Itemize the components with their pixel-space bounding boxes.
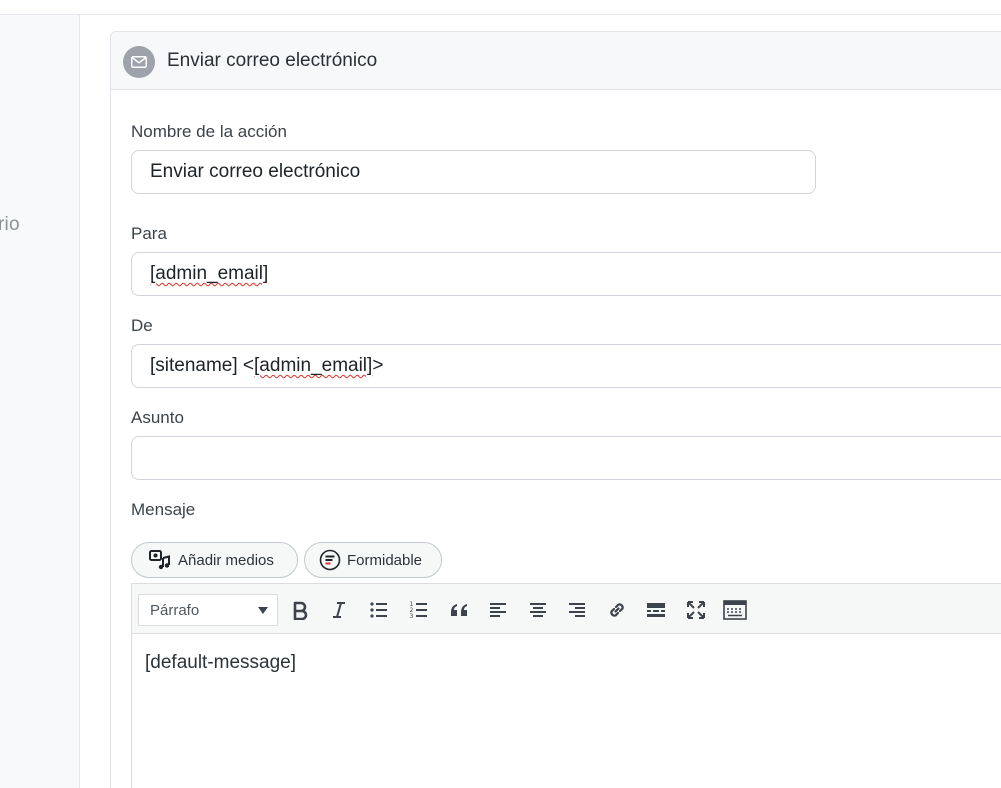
format-select[interactable]: Párrafo xyxy=(138,594,278,626)
add-media-icon xyxy=(149,550,170,570)
numbered-list-icon: 123 xyxy=(410,601,427,620)
message-editor: Párrafo 123 [default-message] xyxy=(131,583,1001,788)
align-center-button[interactable] xyxy=(522,594,554,626)
blockquote-button[interactable] xyxy=(443,594,475,626)
sidebar-item-label[interactable]: rio xyxy=(0,214,20,236)
editor-toolbar: Párrafo 123 xyxy=(132,584,1001,634)
sidebar: rio xyxy=(0,15,80,788)
subject-label: Asunto xyxy=(131,408,184,427)
action-title: Enviar correo electrónico xyxy=(167,50,378,71)
add-media-label: Añadir medios xyxy=(178,551,274,569)
toolbar-toggle-icon xyxy=(723,600,747,620)
to-value: [admin_email] xyxy=(150,263,269,284)
read-more-icon xyxy=(647,603,665,617)
action-name-label: Nombre de la acción xyxy=(131,122,287,141)
to-input[interactable]: [admin_email] xyxy=(131,252,1001,296)
svg-text:3: 3 xyxy=(410,613,414,620)
bullet-list-button[interactable] xyxy=(363,594,395,626)
bullet-list-icon xyxy=(370,602,387,618)
link-icon xyxy=(610,603,624,617)
align-right-icon xyxy=(569,603,585,617)
envelope-icon xyxy=(123,46,155,78)
format-select-value: Párrafo xyxy=(150,601,200,619)
top-bar xyxy=(0,0,1001,15)
from-input[interactable]: [sitename] < [admin_email] > xyxy=(131,344,1001,388)
bold-icon xyxy=(293,601,308,620)
action-name-value: Enviar correo electrónico xyxy=(150,161,361,182)
blockquote-icon xyxy=(451,604,467,616)
italic-button[interactable] xyxy=(323,594,355,626)
editor-content[interactable]: [default-message] xyxy=(145,652,296,674)
chevron-down-icon xyxy=(258,607,268,614)
read-more-button[interactable] xyxy=(640,594,672,626)
bold-button[interactable] xyxy=(284,594,316,626)
link-button[interactable] xyxy=(601,594,633,626)
formidable-icon xyxy=(319,549,341,571)
align-left-button[interactable] xyxy=(482,594,514,626)
numbered-list-button[interactable]: 123 xyxy=(403,594,435,626)
from-value-email: [admin_email] xyxy=(254,355,373,376)
from-label: De xyxy=(131,316,153,335)
to-label: Para xyxy=(131,224,167,243)
action-name-input[interactable]: Enviar correo electrónico xyxy=(131,150,816,194)
align-center-icon xyxy=(530,603,546,617)
italic-icon xyxy=(333,602,345,618)
subject-input[interactable] xyxy=(131,436,1001,480)
fullscreen-icon xyxy=(687,601,705,619)
align-left-icon xyxy=(490,603,506,617)
fullscreen-button[interactable] xyxy=(680,594,712,626)
email-action-panel: Enviar correo electrónico Nombre de la a… xyxy=(110,31,1001,788)
formidable-label: Formidable xyxy=(347,551,423,569)
action-header[interactable]: Enviar correo electrónico xyxy=(111,32,1001,90)
from-value-suffix: > xyxy=(372,355,384,376)
align-right-button[interactable] xyxy=(561,594,593,626)
from-value-prefix: [sitename] < xyxy=(150,355,255,376)
formidable-button[interactable]: Formidable xyxy=(304,542,442,578)
toolbar-toggle-button[interactable] xyxy=(719,594,751,626)
add-media-button[interactable]: Añadir medios xyxy=(131,542,298,578)
message-label: Mensaje xyxy=(131,500,196,519)
